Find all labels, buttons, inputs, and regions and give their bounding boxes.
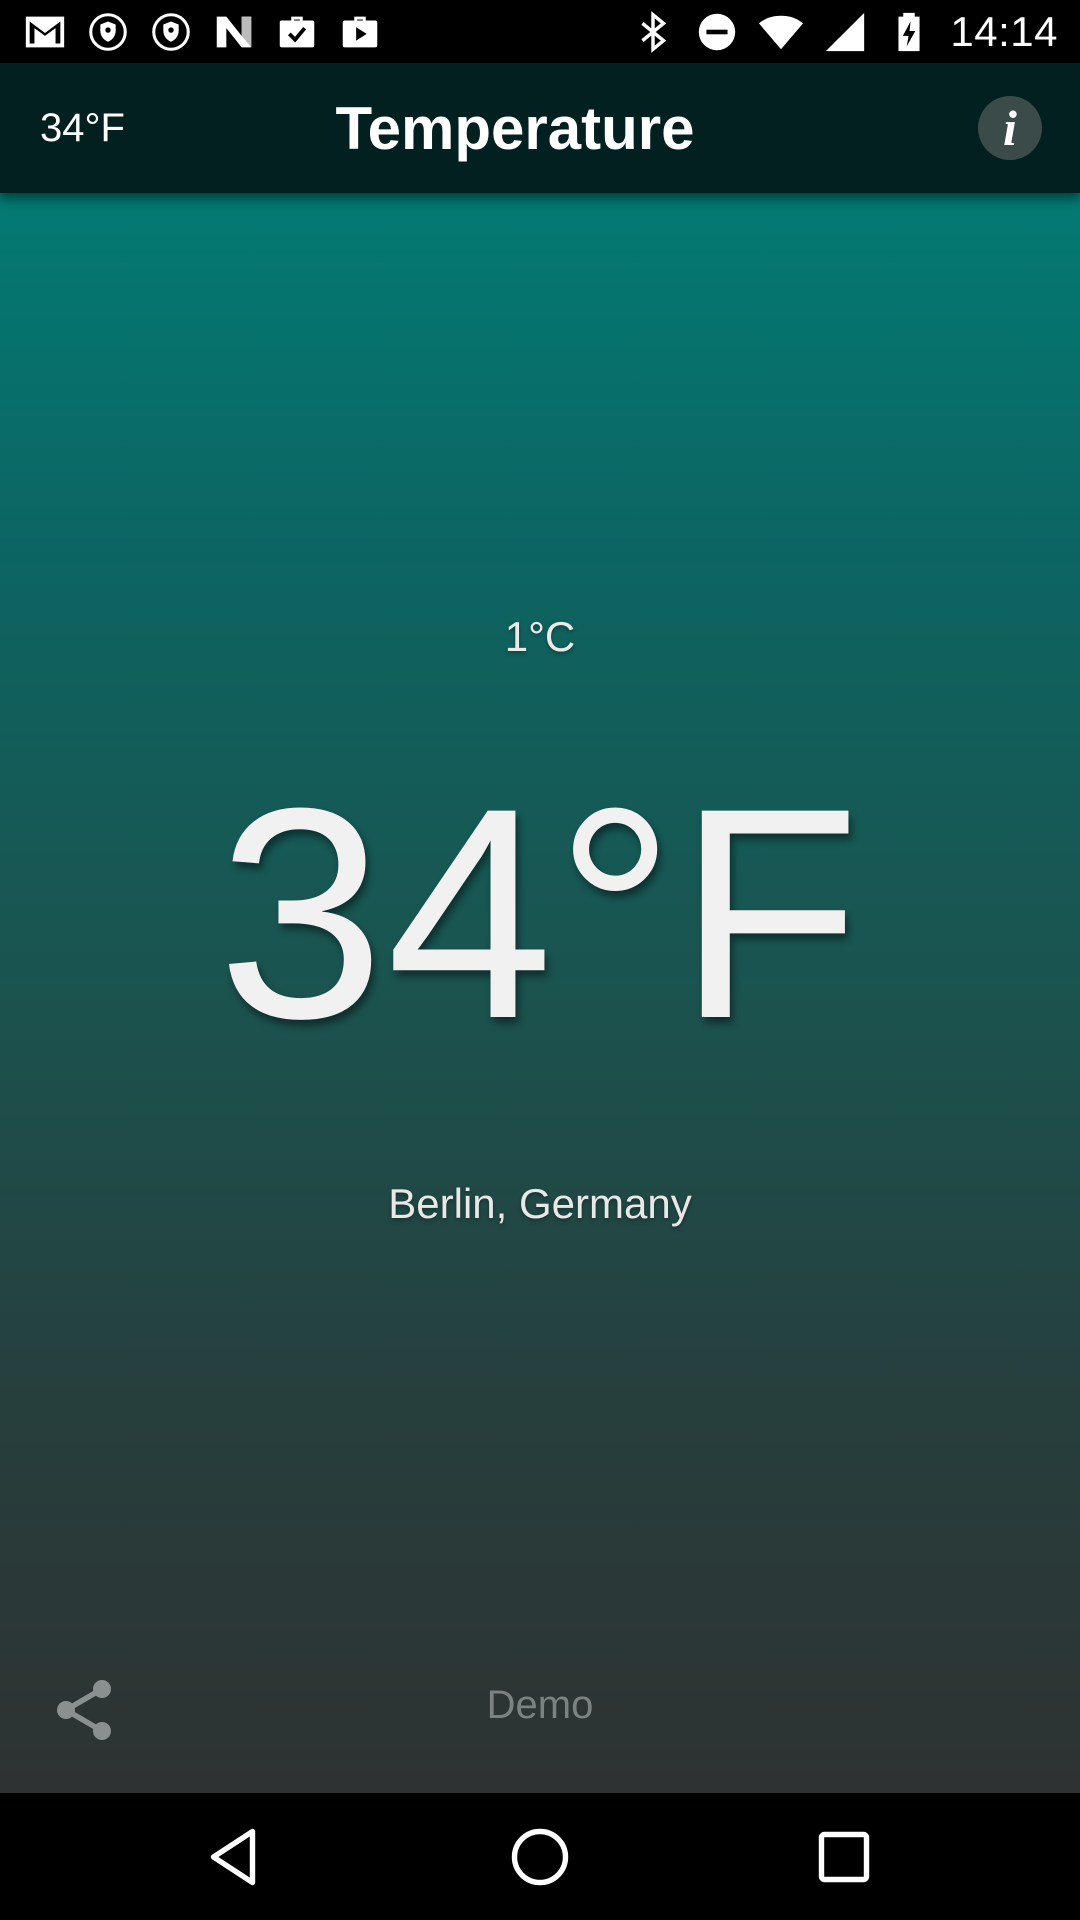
- shield-icon: [89, 12, 127, 51]
- wifi-icon: [759, 15, 804, 49]
- do-not-disturb-icon: [699, 13, 736, 50]
- briefcase-check-icon: [279, 16, 315, 47]
- bluetooth-icon: [641, 10, 667, 53]
- home-icon[interactable]: [504, 1821, 576, 1893]
- app-bar: 34°F Temperature i: [0, 63, 1080, 193]
- briefcase-play-icon: [342, 16, 378, 47]
- app-bar-temperature: 34°F: [40, 105, 125, 150]
- battery-charging-icon: [898, 12, 920, 51]
- status-bar: 14:14: [0, 0, 1080, 63]
- location-label: Berlin, Germany: [388, 1180, 692, 1227]
- fahrenheit-value: 34°F: [217, 745, 863, 1081]
- cell-signal-icon: [826, 12, 865, 51]
- screen: 14:14 34°F Temperature i 1°C 34°F Berlin…: [0, 0, 1080, 1920]
- demo-label: Demo: [486, 1683, 594, 1727]
- notification-icons: [22, 0, 383, 63]
- system-icons: 14:14: [630, 0, 1058, 63]
- recents-icon[interactable]: [808, 1821, 880, 1893]
- n-app-icon: [216, 16, 252, 47]
- temperature-display: 1°C 34°F Berlin, Germany Demo: [0, 193, 1080, 1793]
- info-icon: i: [1003, 100, 1017, 156]
- info-button[interactable]: i: [978, 96, 1042, 160]
- page-title: Temperature: [335, 94, 695, 162]
- shield-icon: [152, 12, 190, 51]
- gmail-icon: [25, 16, 65, 47]
- navigation-bar: [0, 1793, 1080, 1920]
- back-icon[interactable]: [200, 1821, 272, 1893]
- clock: 14:14: [950, 7, 1058, 55]
- celsius-value: 1°C: [504, 613, 576, 660]
